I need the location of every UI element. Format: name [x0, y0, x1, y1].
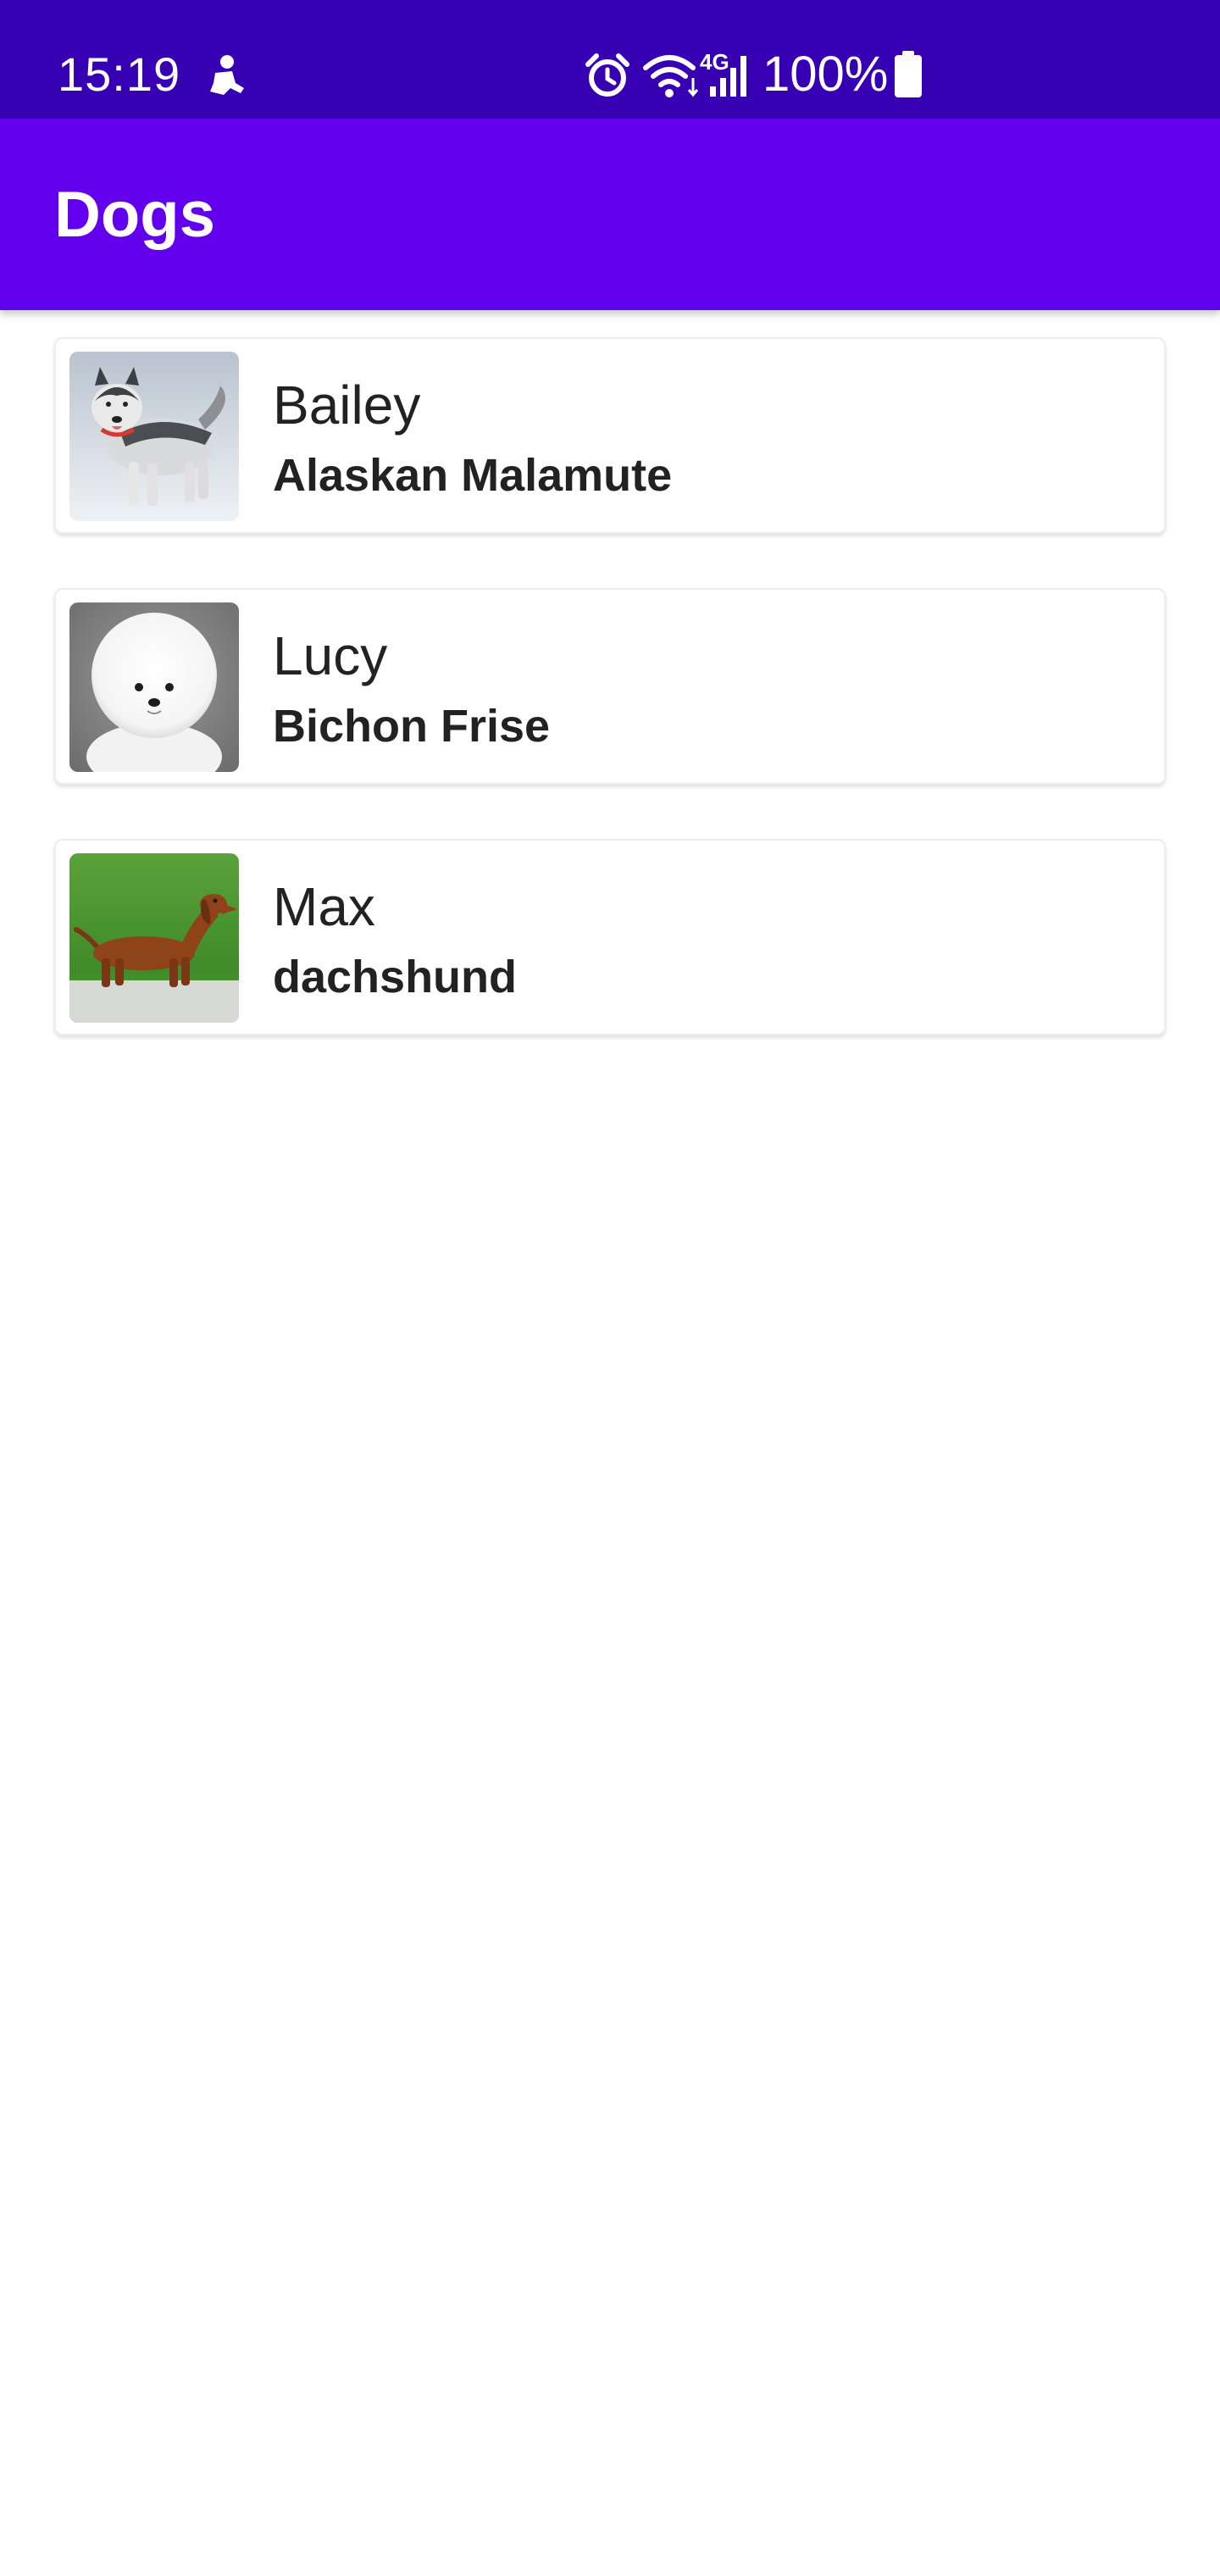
app-bar: Dogs [0, 119, 1220, 310]
dog-card-bailey[interactable]: Bailey Alaskan Malamute [54, 337, 1166, 534]
dog-name: Lucy [273, 625, 388, 686]
dog-photo-max [69, 853, 239, 1023]
alarm-icon [585, 53, 629, 97]
battery-percentage: 100% [762, 47, 889, 102]
signal-icon [710, 56, 746, 97]
dog-name: Bailey [273, 375, 421, 436]
dog-card-lucy[interactable]: Lucy Bichon Frise [54, 588, 1166, 785]
status-time: 15:19 [58, 47, 181, 101]
dog-card-max[interactable]: Max dachshund [54, 839, 1166, 1035]
battery-icon [895, 51, 922, 97]
dog-breed: Alaskan Malamute [273, 450, 673, 501]
notification-icon [210, 55, 244, 95]
dog-photo-lucy [69, 602, 239, 772]
dog-breed: Bichon Frise [273, 701, 551, 752]
dog-name: Max [273, 876, 375, 937]
dog-breed: dachshund [273, 952, 518, 1002]
status-bar: 15:19 4G 100% [0, 0, 1220, 119]
app-title: Dogs [54, 179, 215, 251]
wifi-icon [643, 55, 699, 97]
dog-photo-bailey [69, 352, 239, 521]
